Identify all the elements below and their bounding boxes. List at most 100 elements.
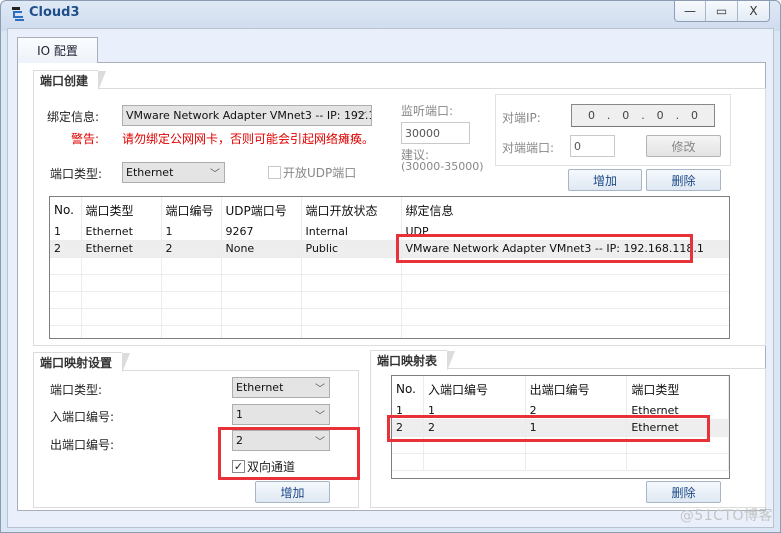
port-table-header: No. 端口类型 端口编号 UDP端口号 端口开放状态 绑定信息 — [50, 197, 729, 223]
peer-ip-label: 对端IP: — [502, 111, 541, 125]
window-title: Cloud3 — [29, 5, 80, 20]
port-mapping-settings-legend: 端口映射设置 — [33, 352, 131, 373]
port-creation-legend: 端口创建 — [33, 70, 107, 91]
out-port-label: 出端口编号: — [50, 438, 115, 452]
delete-mapping-button[interactable]: 删除 — [646, 481, 721, 503]
column-header-udp-port[interactable]: UDP端口号 — [221, 197, 302, 223]
column-header-port-type[interactable]: 端口类型 — [81, 197, 162, 223]
binding-label: 绑定信息: — [47, 110, 100, 124]
tab-io-config[interactable]: IO 配置 — [17, 37, 98, 63]
in-port-value: 1 — [236, 408, 243, 421]
empty-row — [50, 308, 729, 326]
binding-select[interactable]: VMware Network Adapter VMnet3 -- IP: 192… — [122, 105, 372, 126]
mapping-port-type-label: 端口类型: — [50, 383, 103, 397]
port-mapping-table-legend: 端口映射表 — [370, 350, 456, 371]
listen-port-input[interactable]: 30000 — [401, 122, 470, 144]
column-header-port-number[interactable]: 端口编号 — [161, 197, 222, 223]
mapping-table-grid: No. 入端口编号 出端口编号 端口类型 1 1 2 Ethernet 2 2 … — [392, 376, 729, 471]
cell-udp-port: None — [221, 240, 302, 258]
warning-label: 警告: — [71, 132, 100, 146]
port-table-grid: No. 端口类型 端口编号 UDP端口号 端口开放状态 绑定信息 1 Ether… — [50, 197, 729, 338]
ip-octet-4: 0 — [690, 109, 698, 122]
cell-port-number: 1 — [161, 223, 222, 241]
table-row[interactable]: 1 Ethernet 1 9267 Internal UDP — [50, 223, 729, 241]
in-port-label: 入端口编号: — [50, 410, 115, 424]
modify-button[interactable]: 修改 — [646, 135, 721, 157]
cell-open-status: Public — [301, 240, 402, 258]
delete-port-button[interactable]: 删除 — [646, 169, 721, 191]
ip-dot: . — [641, 109, 645, 122]
cell-no: 1 — [50, 223, 82, 241]
cell-port-type: Ethernet — [81, 223, 162, 241]
mapping-port-type-value: Ethernet — [236, 381, 284, 394]
ip-dot: . — [675, 109, 680, 122]
cell-udp-port: 9267 — [221, 223, 302, 241]
checkbox-box — [268, 166, 281, 179]
column-header-in-port[interactable]: 入端口编号 — [423, 376, 526, 402]
chevron-down-icon: ﹀ — [315, 437, 325, 448]
peer-ip-input[interactable]: 0. 0. 0. 0 — [571, 104, 715, 127]
port-type-label: 端口类型: — [50, 167, 103, 181]
table-row[interactable]: 2 Ethernet 2 None Public VMware Network … — [50, 240, 729, 258]
listen-port-label: 监听端口: — [401, 104, 454, 118]
ip-octet-2: 0 — [622, 109, 630, 122]
open-udp-label: 开放UDP端口 — [283, 166, 357, 180]
close-icon: X — [749, 4, 758, 18]
suggest-range: (30000-35000) — [401, 160, 484, 173]
chevron-down-icon: ﹀ — [315, 384, 325, 395]
peer-port-input[interactable]: 0 — [570, 135, 615, 157]
bidirectional-label: 双向通道 — [247, 460, 296, 474]
mapping-table-header: No. 入端口编号 出端口编号 端口类型 — [392, 376, 729, 402]
peer-port-label: 对端端口: — [502, 141, 555, 155]
chevron-down-icon: ﹀ — [315, 411, 325, 422]
title-bar[interactable]: Cloud3 — ▭ X — [1, 1, 780, 27]
table-row[interactable]: 2 2 1 Ethernet — [392, 419, 729, 437]
out-port-select[interactable]: 2 ﹀ — [232, 430, 330, 451]
in-port-select[interactable]: 1 ﹀ — [232, 404, 330, 425]
mapping-table: No. 入端口编号 出端口编号 端口类型 1 1 2 Ethernet 2 2 … — [391, 375, 730, 479]
cell-binding: UDP — [401, 223, 729, 241]
empty-row — [50, 274, 729, 292]
ip-octet-3: 0 — [656, 109, 664, 122]
cell-port-number: 2 — [161, 240, 222, 258]
column-header-port-type[interactable]: 端口类型 — [626, 376, 729, 402]
minimize-button[interactable]: — — [675, 1, 705, 21]
port-type-select[interactable]: Ethernet ﹀ — [122, 162, 225, 183]
check-icon: ✓ — [232, 460, 245, 473]
column-header-out-port[interactable]: 出端口编号 — [525, 376, 628, 402]
cell-port-type: Ethernet — [626, 419, 729, 437]
warning-text: 请勿绑定公网网卡，否则可能会引起网络瘫痪。 — [122, 132, 375, 146]
maximize-button[interactable]: ▭ — [705, 1, 737, 21]
maximize-icon: ▭ — [715, 4, 728, 18]
watermark: @51CTO博客 — [679, 508, 773, 524]
cell-in-port: 1 — [423, 402, 526, 420]
cell-no: 1 — [392, 402, 424, 420]
column-header-no[interactable]: No. — [392, 376, 424, 402]
column-header-no[interactable]: No. — [50, 197, 82, 223]
column-header-open-status[interactable]: 端口开放状态 — [301, 197, 402, 223]
cell-in-port: 2 — [423, 419, 526, 437]
table-row[interactable]: 1 1 2 Ethernet — [392, 402, 729, 420]
add-mapping-button[interactable]: 增加 — [255, 481, 330, 503]
cell-no: 2 — [50, 240, 82, 258]
empty-row — [50, 325, 729, 338]
open-udp-checkbox[interactable]: 开放UDP端口 — [268, 164, 356, 181]
empty-row — [50, 291, 729, 309]
cell-port-type: Ethernet — [81, 240, 162, 258]
cell-port-type: Ethernet — [626, 402, 729, 420]
column-header-binding[interactable]: 绑定信息 — [401, 197, 729, 223]
bidirectional-checkbox[interactable]: ✓ 双向通道 — [232, 458, 295, 475]
empty-row — [392, 436, 729, 454]
mapping-port-type-select[interactable]: Ethernet ﹀ — [232, 377, 330, 398]
cell-out-port: 2 — [525, 402, 628, 420]
empty-row — [50, 257, 729, 275]
window-controls: — ▭ X — [674, 1, 770, 22]
ip-octet-1: 0 — [587, 109, 595, 122]
cell-open-status: Internal — [301, 223, 402, 241]
cell-out-port: 1 — [525, 419, 628, 437]
ip-dot: . — [606, 109, 611, 122]
close-button[interactable]: X — [737, 1, 769, 21]
cloud-app-icon — [12, 7, 24, 21]
add-port-button[interactable]: 增加 — [568, 169, 642, 191]
port-type-select-value: Ethernet — [126, 166, 174, 179]
